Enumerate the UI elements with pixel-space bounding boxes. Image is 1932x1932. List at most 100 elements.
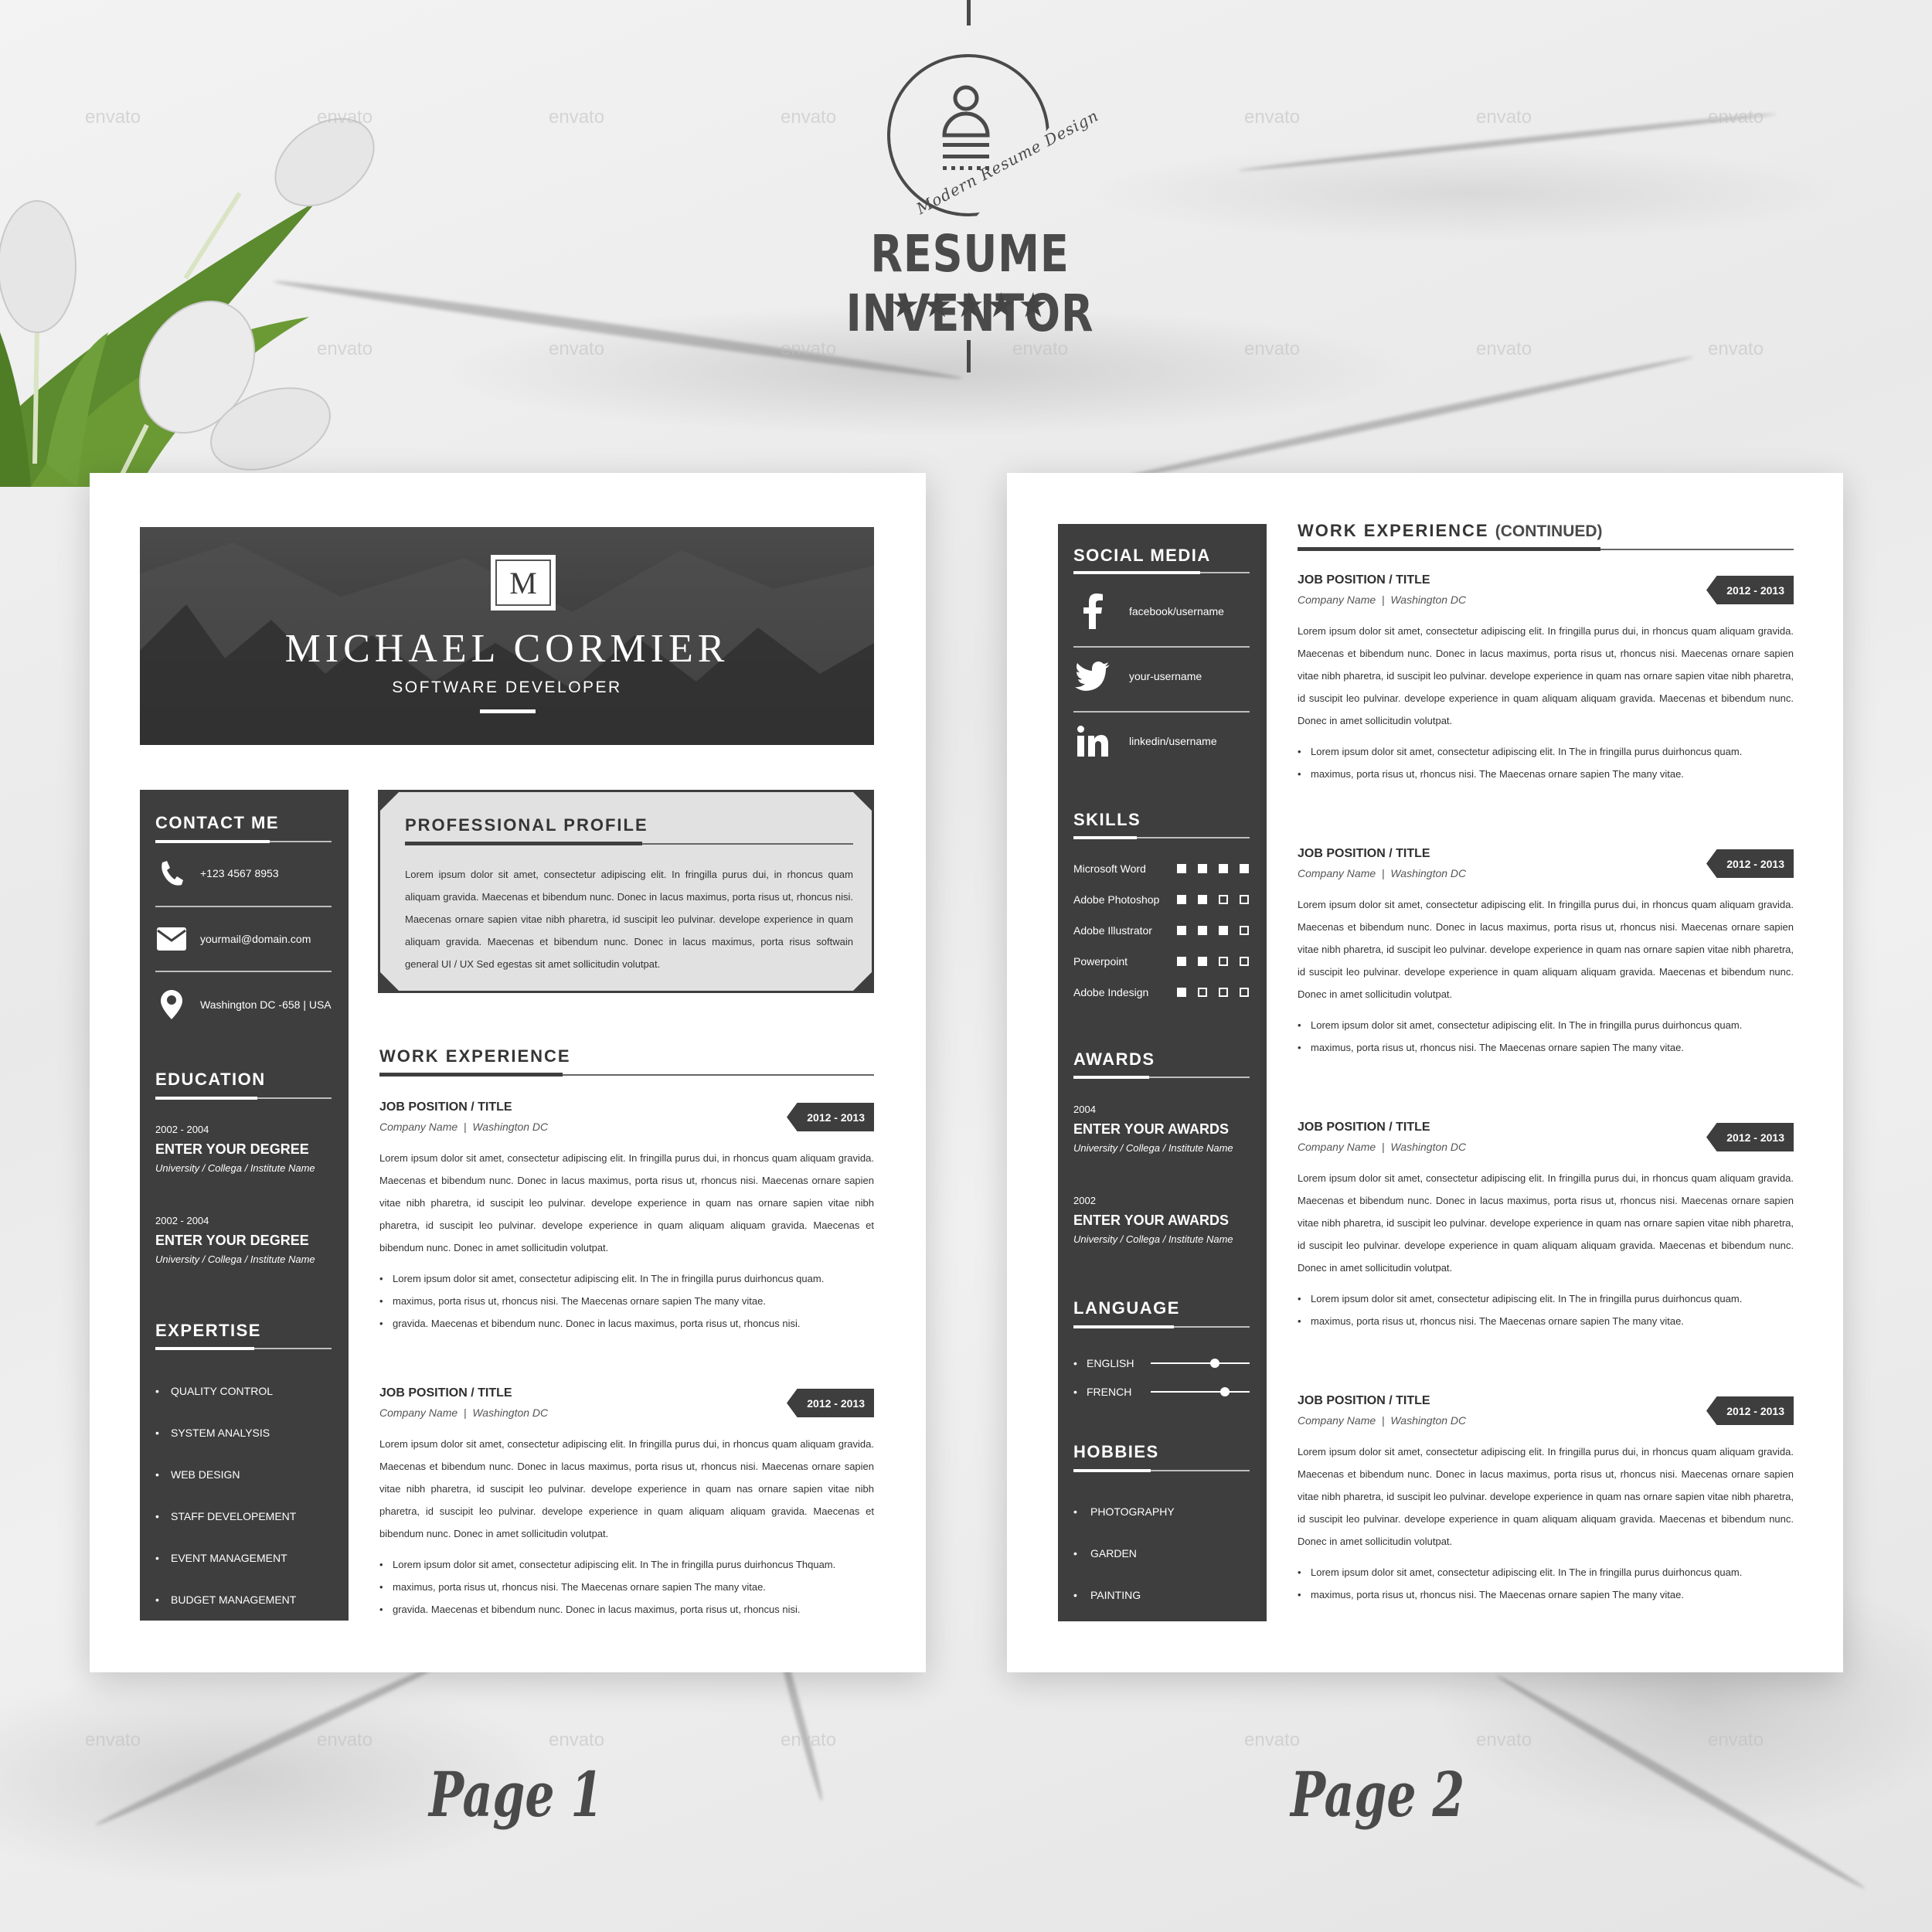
job-bullets: • Lorem ipsum dolor sit amet, consectetur… <box>1298 740 1794 785</box>
work-heading-rule <box>379 1073 874 1077</box>
profile-heading: PROFESSIONAL PROFILE <box>405 815 648 835</box>
job-bullet: • Lorem ipsum dolor sit amet, consectetur… <box>1298 1293 1743 1304</box>
job-company: Company Name | Washington DC <box>379 1406 549 1419</box>
hobby-item: • PHOTOGRAPHY <box>1073 1505 1175 1518</box>
education-heading: EDUCATION <box>155 1070 266 1089</box>
profile-heading-rule <box>405 842 853 845</box>
expertise-item: • SYSTEM ANALYSIS <box>155 1427 270 1439</box>
award-institution: University / Collega / Institute Name <box>1073 1142 1233 1154</box>
expertise-item: • EVENT MANAGEMENT <box>155 1552 287 1564</box>
expertise-label: STAFF DEVELOPEMENT <box>171 1510 297 1522</box>
work-heading: WORK EXPERIENCE <box>379 1046 571 1066</box>
language-level-knob <box>1220 1387 1230 1396</box>
job-description: Lorem ipsum dolor sit amet, consectetur … <box>379 1152 874 1253</box>
job-bullet: • gravida. Maecenas et bibendum nunc. Don… <box>379 1318 801 1329</box>
skill-box-empty <box>1219 957 1228 966</box>
awards-heading: AWARDS <box>1073 1049 1155 1069</box>
skill-box-empty <box>1198 988 1207 997</box>
marble-vein <box>93 1657 448 1830</box>
contact-divider <box>155 971 332 972</box>
skill-box-empty <box>1219 895 1228 904</box>
watermark: envato <box>317 338 373 359</box>
skill-box-filled <box>1198 957 1207 966</box>
job-date-tag: 2012 - 2013 <box>787 1103 874 1131</box>
skill-box-empty <box>1240 895 1249 904</box>
contact-email-value: yourmail@domain.com <box>200 933 311 945</box>
education-degree: ENTER YOUR DEGREE <box>155 1141 309 1157</box>
award-year: 2002 <box>1073 1195 1096 1206</box>
award-year: 2004 <box>1073 1104 1096 1115</box>
award-institution: University / Collega / Institute Name <box>1073 1233 1233 1245</box>
hobby-label: PHOTOGRAPHY <box>1090 1505 1175 1518</box>
job-description: Lorem ipsum dolor sit amet, consectetur … <box>1298 625 1794 726</box>
watermark: envato <box>1476 107 1532 128</box>
skill-box-filled <box>1198 926 1207 935</box>
job-date-tag: 2012 - 2013 <box>1706 576 1794 604</box>
job-date-tag: 2012 - 2013 <box>1706 849 1794 878</box>
contact-address-value: Washington DC -658 | USA <box>200 998 332 1011</box>
education-heading-rule <box>155 1097 332 1100</box>
rating-stars: ★★★★★ <box>889 287 1050 325</box>
job-bullet: • maximus, porta risus ut, rhoncus nisi. … <box>379 1295 766 1307</box>
language-heading: LANGUAGE <box>1073 1298 1180 1318</box>
candidate-name: MICHAEL CORMIER <box>284 627 730 671</box>
job-bullet: • Lorem ipsum dolor sit amet, consectetur… <box>1298 1019 1743 1031</box>
watermark: envato <box>1244 107 1301 128</box>
watermark: envato <box>317 107 373 128</box>
candidate-role: SOFTWARE DEVELOPER <box>392 679 622 696</box>
page-1-caption: Page 1 <box>429 1758 604 1831</box>
brand-divider-bottom <box>967 340 971 372</box>
job-company: Company Name | Washington DC <box>1298 594 1467 606</box>
award-item: 2002 ENTER YOUR AWARDS University / Coll… <box>1073 1195 1233 1245</box>
education-item: 2002 - 2004 ENTER YOUR DEGREE University… <box>155 1124 315 1174</box>
skill-name: Adobe Illustrator <box>1073 924 1152 937</box>
watermark: envato <box>1476 1730 1532 1750</box>
watermark: envato <box>85 1730 141 1750</box>
job-title: JOB POSITION / TITLE <box>1298 573 1430 587</box>
language-row: • ENGLISH <box>1073 1355 1250 1371</box>
job-bullet: • Lorem ipsum dolor sit amet, consectetur… <box>379 1273 825 1284</box>
location-pin-icon <box>155 990 188 1019</box>
sidebar-left: CONTACT ME +123 4567 8953 yourmail@domai… <box>140 790 349 1621</box>
brand-divider-top <box>967 0 971 26</box>
education-item: 2002 - 2004 ENTER YOUR DEGREE University… <box>155 1215 315 1265</box>
watermark: envato <box>1708 107 1764 128</box>
language-label: • ENGLISH <box>1073 1357 1134 1369</box>
job-company: Company Name | Washington DC <box>1298 1414 1467 1427</box>
expertise-item: • WEB DESIGN <box>155 1468 240 1481</box>
job-description: Lorem ipsum dolor sit amet, consectetur … <box>1298 1172 1794 1274</box>
header-banner: M MICHAEL CORMIER SOFTWARE DEVELOPER <box>140 527 874 745</box>
skill-box-empty <box>1240 957 1249 966</box>
marble-vein <box>1494 1672 1868 1893</box>
skill-box-empty <box>1240 926 1249 935</box>
language-heading-rule <box>1073 1325 1250 1328</box>
linkedin-icon <box>1073 722 1112 760</box>
job-description: Lorem ipsum dolor sit amet, consectetur … <box>1298 899 1794 1000</box>
skill-row: Microsoft Word <box>1073 861 1250 876</box>
tulips-decoration <box>0 117 375 487</box>
expertise-label: WEB DESIGN <box>171 1468 240 1481</box>
marble-vein <box>1087 352 1695 490</box>
monogram-badge: M <box>491 555 556 611</box>
skill-box-filled <box>1198 895 1207 904</box>
work-heading-text: WORK EXPERIENCE <box>1298 521 1489 540</box>
watermark: envato <box>549 338 605 359</box>
job-bullets: • Lorem ipsum dolor sit amet, consectetur… <box>379 1553 874 1621</box>
skill-box-filled <box>1177 864 1186 873</box>
watermark: envato <box>1244 338 1301 359</box>
social-linkedin-label: linkedin/username <box>1129 735 1217 747</box>
language-level-knob <box>1210 1359 1220 1368</box>
skill-level-indicator <box>1177 988 1249 997</box>
watermark: envato <box>1244 1730 1301 1750</box>
skill-name: Adobe Indesign <box>1073 986 1149 998</box>
language-label: • FRENCH <box>1073 1386 1132 1398</box>
social-divider <box>1073 646 1250 648</box>
hobby-label: PAINTING <box>1090 1589 1141 1601</box>
expertise-heading-rule <box>155 1347 332 1350</box>
watermark: envato <box>549 1730 605 1750</box>
job-title: JOB POSITION / TITLE <box>379 1386 512 1400</box>
job-bullet: • Lorem ipsum dolor sit amet, consectetur… <box>1298 746 1743 757</box>
envelope-icon <box>155 925 188 953</box>
skill-level-indicator <box>1177 957 1249 966</box>
job-description: Lorem ipsum dolor sit amet, consectetur … <box>1298 1446 1794 1547</box>
